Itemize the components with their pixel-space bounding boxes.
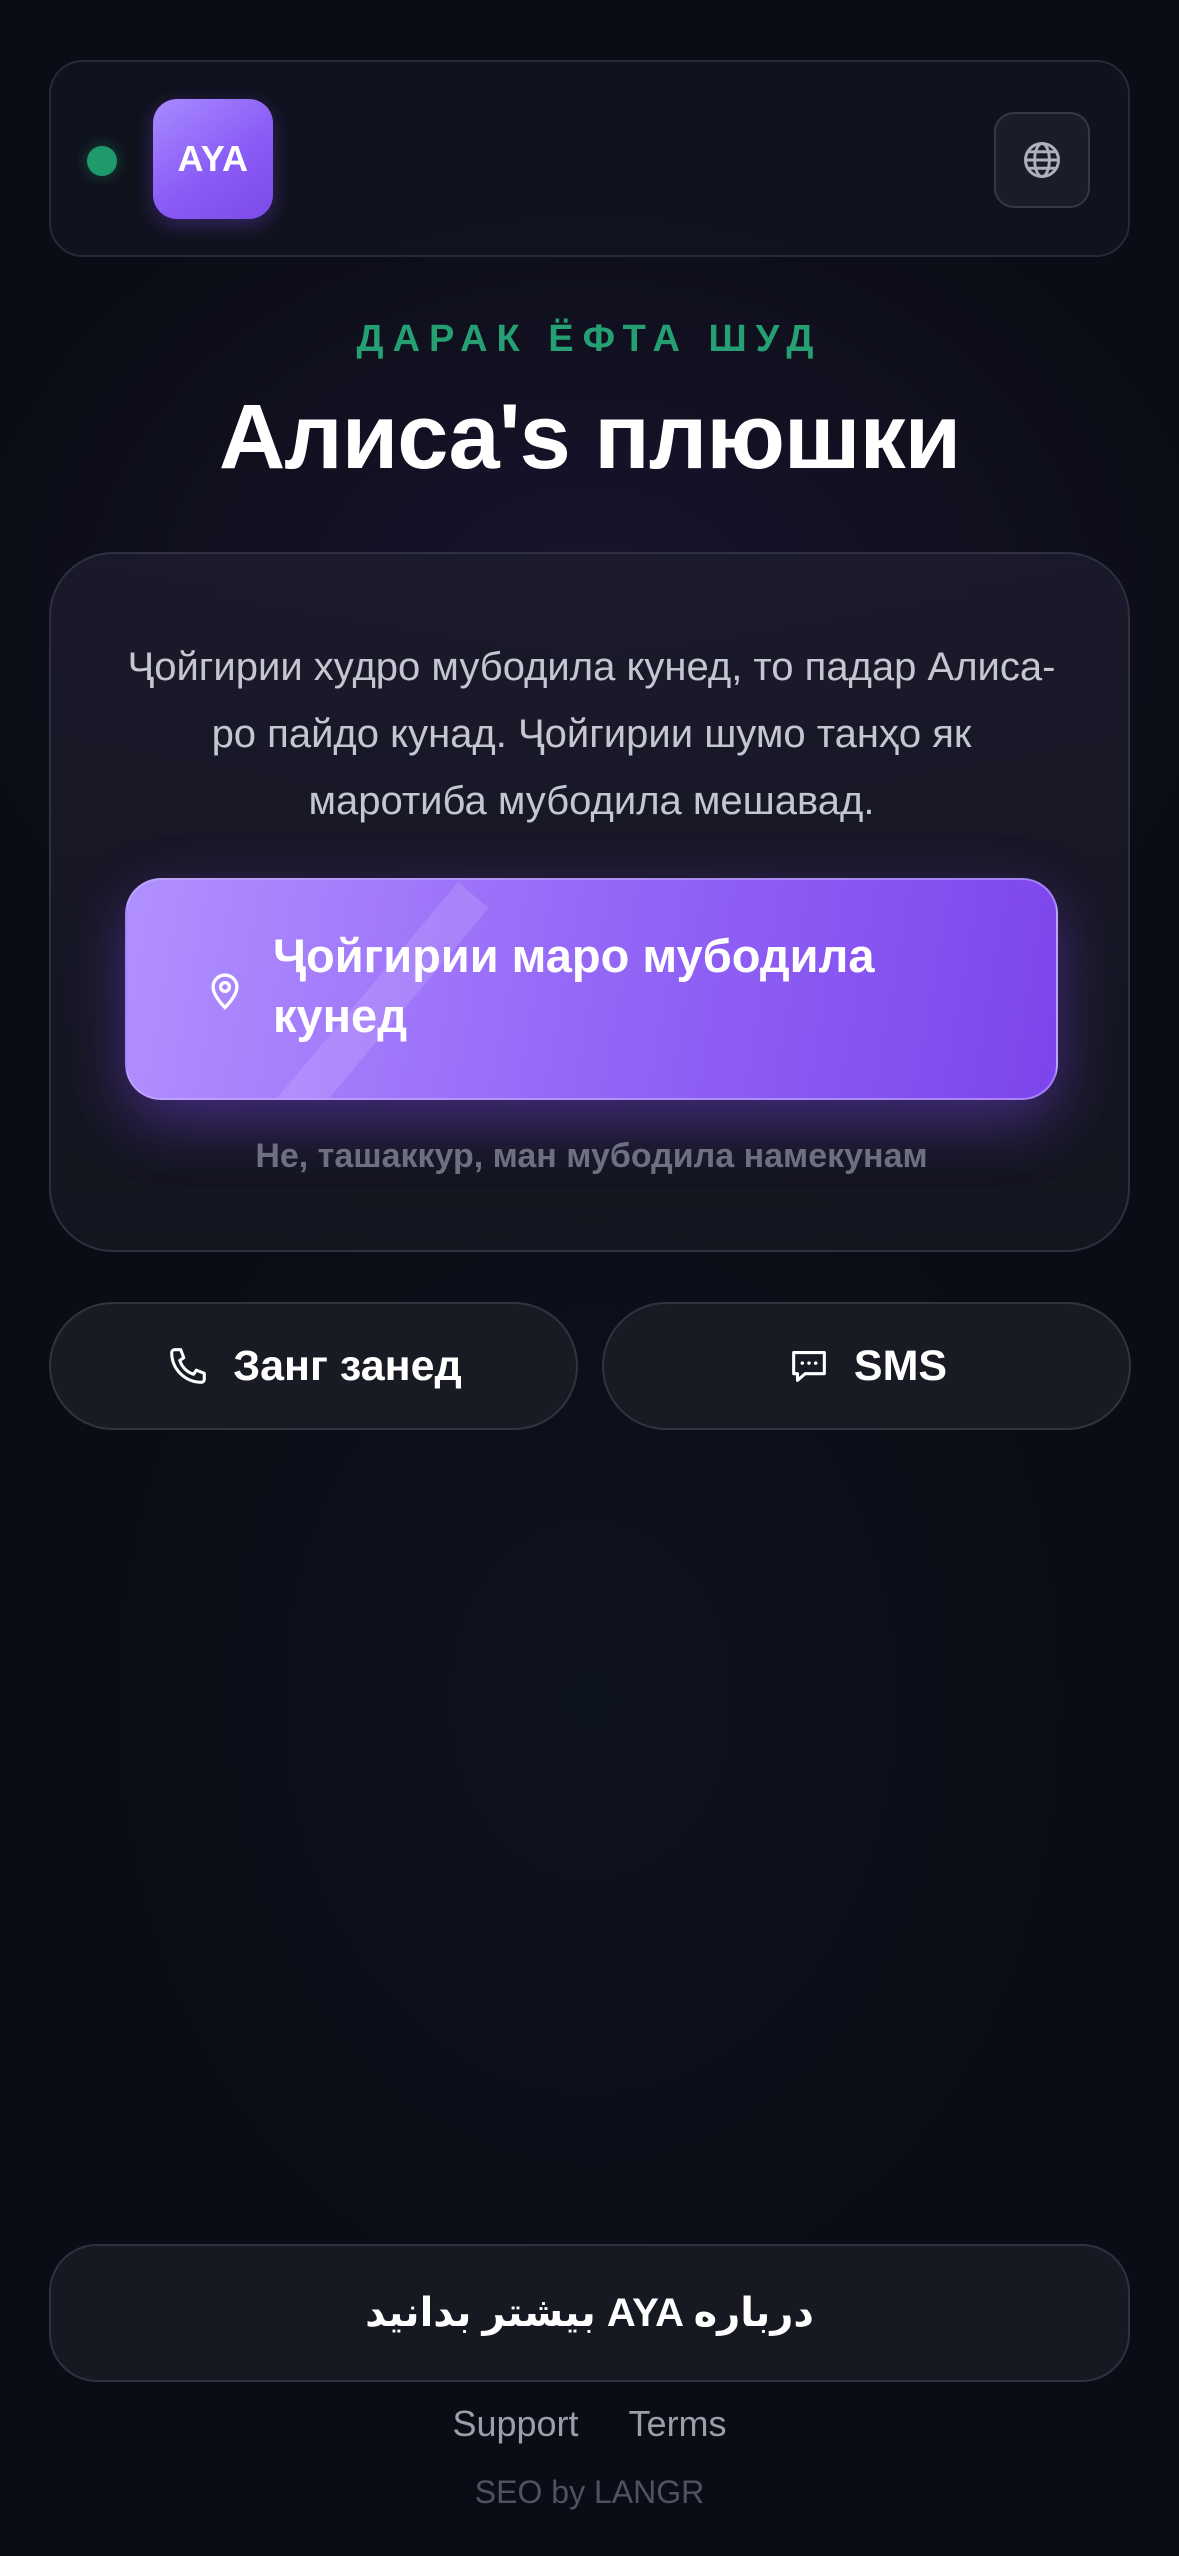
- decline-share-link[interactable]: Не, ташаккур, ман мубодила намекунам: [51, 1137, 1132, 1176]
- call-button[interactable]: Занг занед: [49, 1302, 578, 1430]
- chat-bubble-icon: [792, 1351, 826, 1382]
- sms-label: SMS: [853, 1341, 948, 1390]
- page-title: Алиса's плюшки: [218, 386, 961, 488]
- location-pin-icon: [211, 973, 239, 1010]
- share-location-button[interactable]: Ҷойгирии маро мубодила кунед: [125, 878, 1058, 1100]
- online-status-dot: [87, 146, 117, 176]
- sms-button[interactable]: SMS: [602, 1302, 1131, 1430]
- terms-link[interactable]: Terms: [629, 2403, 727, 2445]
- globe-icon: [1024, 142, 1060, 178]
- learn-more-label: بیشتر بدانید AYA درباره: [365, 2291, 814, 2335]
- support-link[interactable]: Support: [452, 2403, 578, 2445]
- footer-links: Support Terms: [0, 2403, 1179, 2445]
- phone-icon: [170, 1348, 207, 1384]
- logo-text: AYA: [177, 138, 249, 179]
- language-button[interactable]: [994, 112, 1090, 208]
- aya-logo: AYA: [153, 99, 273, 219]
- share-location-card: Ҷойгирии худро мубодила кунед, то падар …: [49, 552, 1130, 1252]
- seo-credit[interactable]: SEO by LANGR: [0, 2474, 1179, 2511]
- learn-more-button[interactable]: بیشتر بدانید AYA درباره: [49, 2244, 1130, 2382]
- found-tag-label: ДАРАК ЁФТА ШУД: [356, 318, 823, 360]
- share-location-label: Ҷойгирии маро мубодила кунед: [273, 929, 875, 1042]
- card-description: Ҷойгирии худро мубодила кунед, то падар …: [127, 645, 1056, 823]
- call-label: Занг занед: [233, 1341, 462, 1390]
- top-bar: AYA: [49, 60, 1130, 257]
